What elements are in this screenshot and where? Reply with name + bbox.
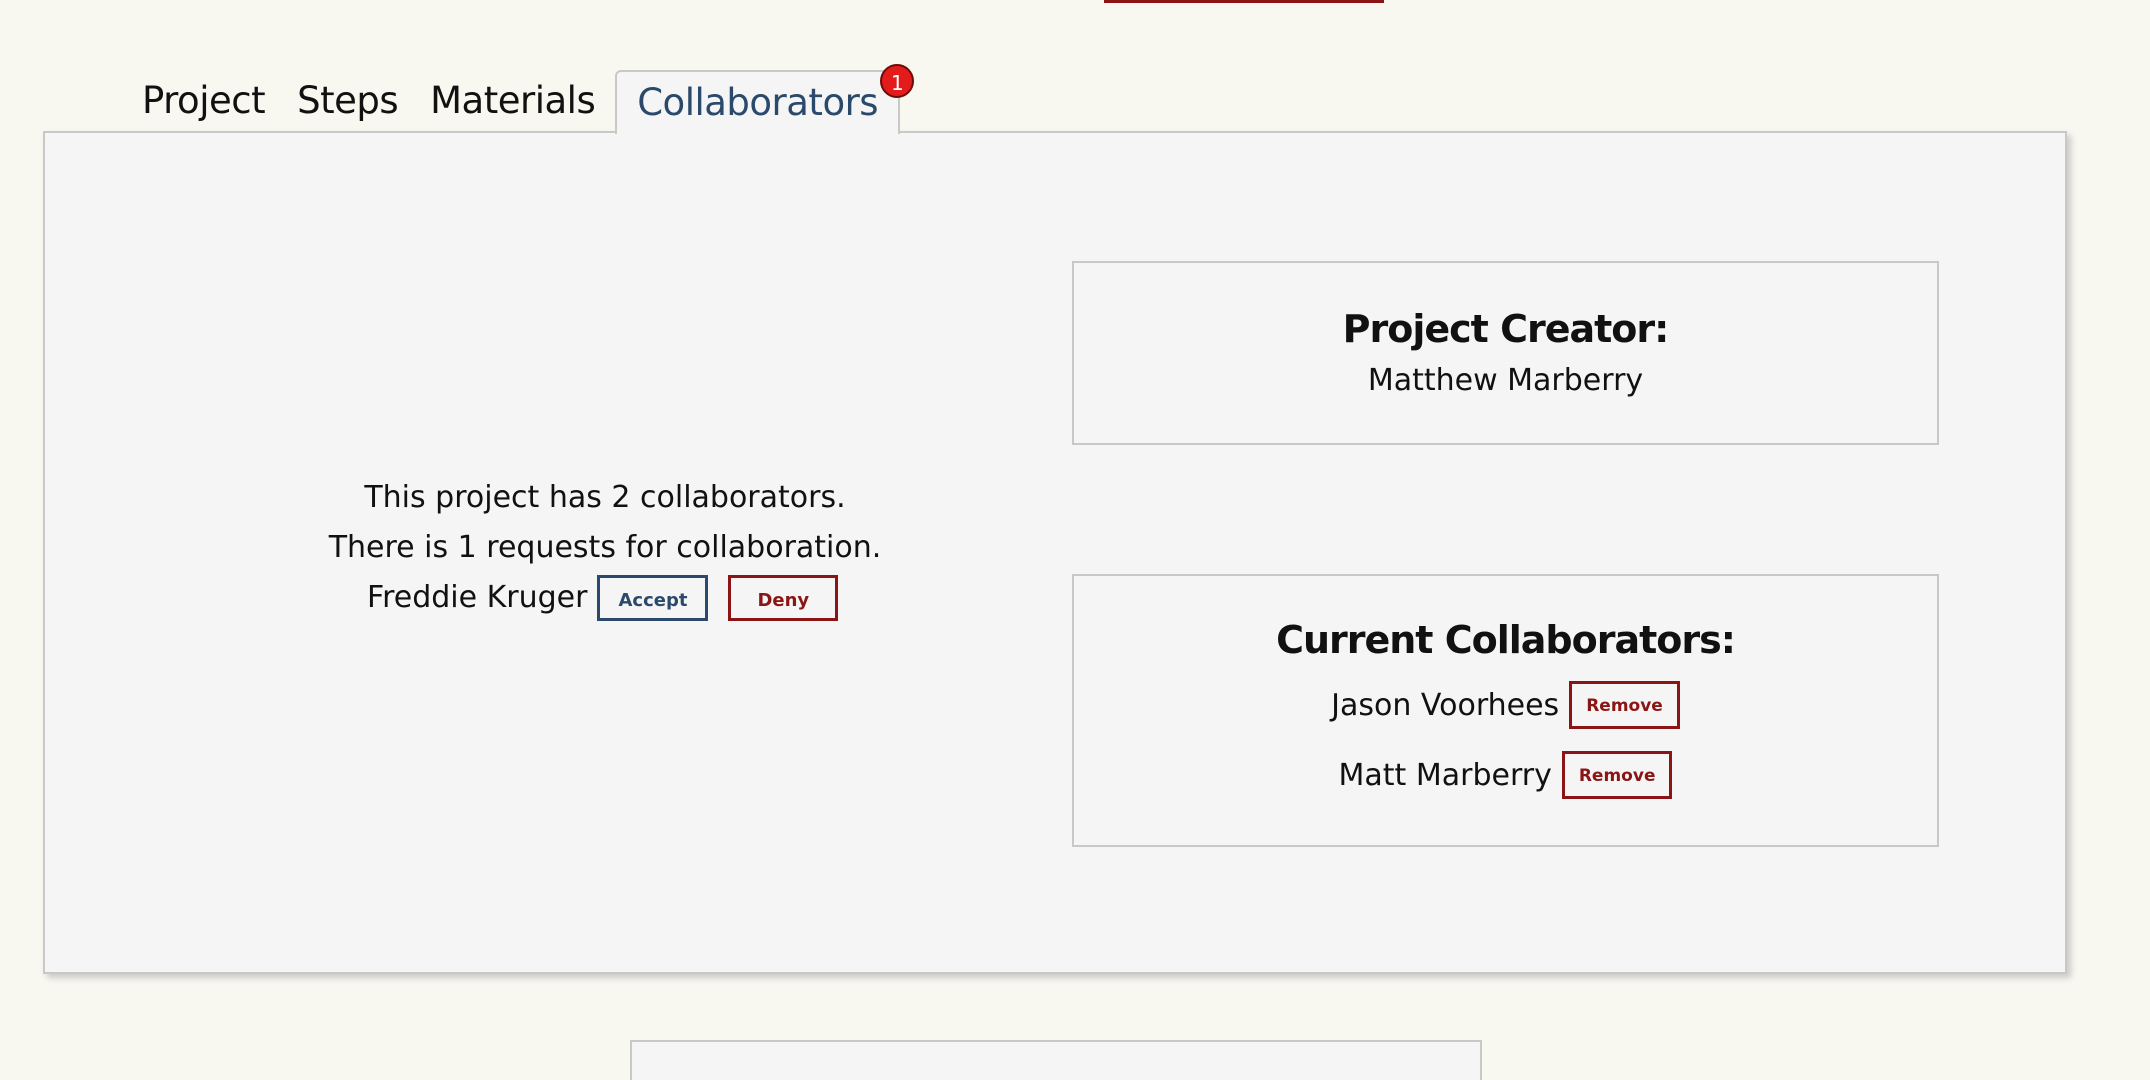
bottom-container xyxy=(630,1040,1482,1080)
collaborator-name: Jason Voorhees xyxy=(1331,687,1560,723)
tab-collaborators-label: Collaborators xyxy=(637,81,879,124)
collaborator-row: Matt Marberry Remove xyxy=(1074,748,1937,802)
tab-project[interactable]: Project xyxy=(126,79,281,132)
notification-badge: 1 xyxy=(880,64,915,98)
requester-name: Freddie Kruger xyxy=(367,580,588,615)
top-accent-bar xyxy=(1104,0,1384,3)
request-row: Freddie Kruger Accept Deny xyxy=(367,573,885,623)
deny-button[interactable]: Deny xyxy=(728,575,839,621)
tab-steps[interactable]: Steps xyxy=(281,79,414,132)
remove-button[interactable]: Remove xyxy=(1561,751,1673,799)
tab-collaborators[interactable]: Collaborators 1 xyxy=(615,64,915,134)
collaborators-count-text: This project has 2 collaborators. xyxy=(364,480,846,515)
collaborators-panel: This project has 2 collaborators. There … xyxy=(43,131,2067,974)
tab-bar: Project Steps Materials Collaborators 1 xyxy=(126,64,915,134)
collaborator-name: Matt Marberry xyxy=(1338,757,1552,793)
tab-materials[interactable]: Materials xyxy=(414,79,611,132)
remove-button[interactable]: Remove xyxy=(1569,681,1680,729)
project-creator-card: Project Creator: Matthew Marberry xyxy=(1072,261,1939,445)
project-creator-title: Project Creator: xyxy=(1342,307,1670,351)
requests-count-text: There is 1 requests for collaboration. xyxy=(328,530,882,565)
accept-button[interactable]: Accept xyxy=(597,575,709,621)
collaboration-summary: This project has 2 collaborators. There … xyxy=(325,473,885,623)
current-collaborators-card: Current Collaborators: Jason Voorhees Re… xyxy=(1072,574,1939,847)
collaborator-row: Jason Voorhees Remove xyxy=(1074,678,1937,732)
project-creator-name: Matthew Marberry xyxy=(1367,363,1644,398)
current-collaborators-title: Current Collaborators: xyxy=(1276,618,1736,662)
